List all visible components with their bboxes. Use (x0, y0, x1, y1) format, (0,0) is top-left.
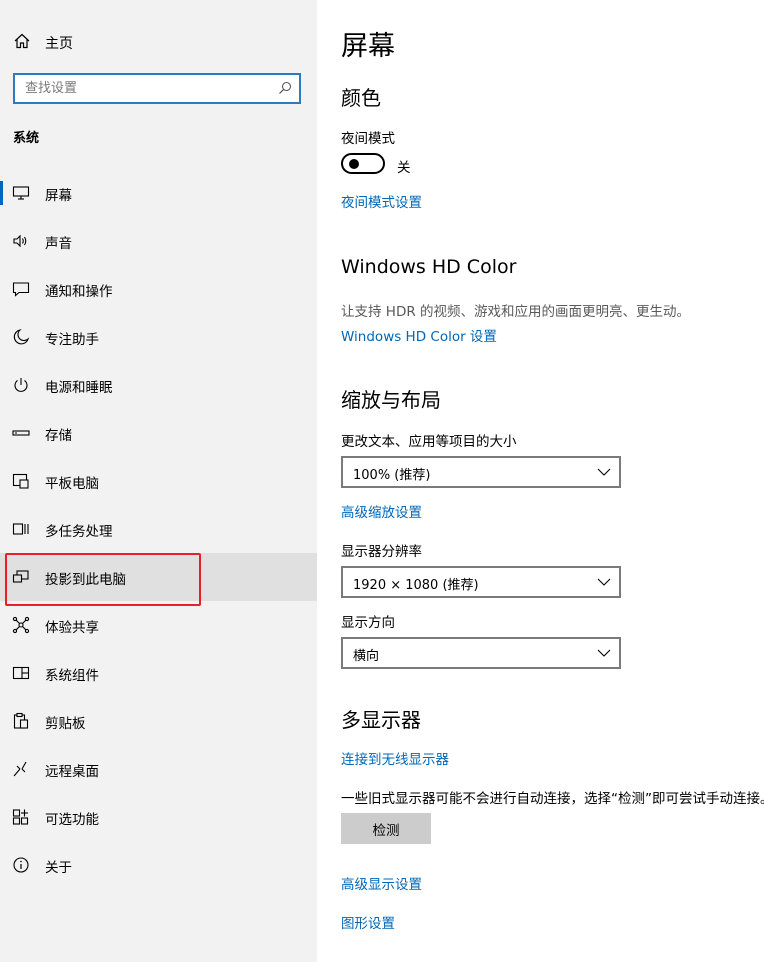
optional-features-icon (12, 808, 30, 826)
sidebar-item-remote-desktop[interactable]: 远程桌面 (0, 745, 317, 793)
hd-color-settings-link[interactable]: Windows HD Color 设置 (341, 325, 497, 345)
sidebar-item-label: 远程桌面 (45, 764, 99, 780)
multi-display-heading: 多显示器 (341, 708, 421, 732)
page-title: 屏幕 (341, 31, 395, 62)
advanced-display-link[interactable]: 高级显示设置 (341, 873, 422, 893)
text-size-label: 更改文本、应用等项目的大小 (341, 434, 517, 450)
wireless-display-link[interactable]: 连接到无线显示器 (341, 748, 449, 768)
text-size-value: 100% (推荐) (353, 468, 431, 483)
sidebar-item-tablet[interactable]: 平板电脑 (0, 457, 317, 505)
monitor-icon (12, 184, 30, 202)
night-mode-state: 关 (397, 160, 411, 176)
sidebar-item-label: 平板电脑 (45, 476, 99, 492)
sidebar-item-clipboard[interactable]: 剪贴板 (0, 697, 317, 745)
remote-desktop-icon (12, 760, 30, 778)
sidebar-item-label: 剪贴板 (45, 716, 86, 732)
resolution-value: 1920 × 1080 (推荐) (353, 578, 479, 593)
night-mode-settings-link[interactable]: 夜间模式设置 (341, 191, 422, 211)
storage-icon (12, 424, 30, 442)
info-icon (12, 856, 30, 874)
power-icon (12, 376, 30, 394)
speaker-icon (12, 232, 30, 250)
projection-icon (12, 568, 30, 586)
sidebar-item-label: 屏幕 (45, 188, 72, 204)
sidebar-item-optional-features[interactable]: 可选功能 (0, 793, 317, 841)
color-heading: 颜色 (341, 86, 381, 110)
multitasking-icon (12, 520, 30, 538)
orientation-value: 横向 (353, 649, 380, 664)
sidebar-item-focus-assist[interactable]: 专注助手 (0, 313, 317, 361)
chevron-down-icon (597, 576, 611, 588)
sidebar-item-label: 电源和睡眠 (45, 380, 113, 396)
sidebar-item-label: 关于 (45, 860, 72, 876)
text-size-dropdown[interactable]: 100% (推荐) (341, 456, 621, 488)
orientation-dropdown[interactable]: 横向 (341, 637, 621, 669)
advanced-scaling-link[interactable]: 高级缩放设置 (341, 501, 422, 521)
sidebar-item-label: 体验共享 (45, 620, 99, 636)
moon-icon (12, 328, 30, 346)
section-title: 系统 (13, 131, 40, 146)
resolution-dropdown[interactable]: 1920 × 1080 (推荐) (341, 566, 621, 598)
hd-color-heading: Windows HD Color (341, 256, 517, 278)
orientation-label: 显示方向 (341, 615, 395, 631)
tablet-icon (12, 472, 30, 490)
share-icon (12, 616, 30, 634)
hd-color-description: 让支持 HDR 的视频、游戏和应用的画面更明亮、更生动。 (341, 304, 691, 320)
home-nav-item[interactable]: 主页 (0, 22, 317, 62)
scale-layout-heading: 缩放与布局 (341, 388, 441, 412)
sidebar-item-label: 投影到此电脑 (45, 572, 126, 588)
sidebar-item-project-to-pc[interactable]: 投影到此电脑 (0, 553, 317, 601)
clipboard-icon (12, 712, 30, 730)
sidebar-item-system-components[interactable]: 系统组件 (0, 649, 317, 697)
night-mode-toggle[interactable] (341, 153, 385, 174)
search-box[interactable] (13, 73, 301, 104)
sidebar-item-label: 存储 (45, 428, 72, 444)
sidebar-item-multitasking[interactable]: 多任务处理 (0, 505, 317, 553)
graphics-settings-link[interactable]: 图形设置 (341, 912, 395, 932)
home-label: 主页 (45, 36, 73, 52)
sidebar-item-display[interactable]: 屏幕 (0, 169, 317, 217)
sidebar-item-power[interactable]: 电源和睡眠 (0, 361, 317, 409)
detect-button[interactable]: 检测 (341, 813, 431, 844)
sidebar-item-label: 通知和操作 (45, 284, 113, 300)
sidebar: 主页 系统 屏幕 声音 通知和操作 专注助手 电源和睡眠 存储 平板电脑 多任务 (0, 0, 317, 962)
resolution-label: 显示器分辨率 (341, 544, 422, 560)
components-icon (12, 664, 30, 682)
home-icon (13, 32, 31, 50)
sidebar-item-label: 系统组件 (45, 668, 99, 684)
notification-icon (12, 280, 30, 298)
detect-description: 一些旧式显示器可能不会进行自动连接，选择“检测”即可尝试手动连接。 (341, 791, 764, 807)
sidebar-item-label: 可选功能 (45, 812, 99, 828)
sidebar-item-about[interactable]: 关于 (0, 841, 317, 889)
main-content: 屏幕 颜色 夜间模式 关 夜间模式设置 Windows HD Color 让支持… (317, 0, 764, 962)
sidebar-item-storage[interactable]: 存储 (0, 409, 317, 457)
night-mode-label: 夜间模式 (341, 131, 395, 147)
sidebar-item-label: 多任务处理 (45, 524, 113, 540)
sidebar-item-label: 声音 (45, 236, 72, 252)
toggle-knob (349, 159, 359, 169)
chevron-down-icon (597, 647, 611, 659)
sidebar-item-shared-experiences[interactable]: 体验共享 (0, 601, 317, 649)
sidebar-item-sound[interactable]: 声音 (0, 217, 317, 265)
chevron-down-icon (597, 466, 611, 478)
search-icon[interactable] (278, 81, 292, 95)
search-input[interactable] (15, 75, 265, 102)
sidebar-item-notifications[interactable]: 通知和操作 (0, 265, 317, 313)
sidebar-item-label: 专注助手 (45, 332, 99, 348)
